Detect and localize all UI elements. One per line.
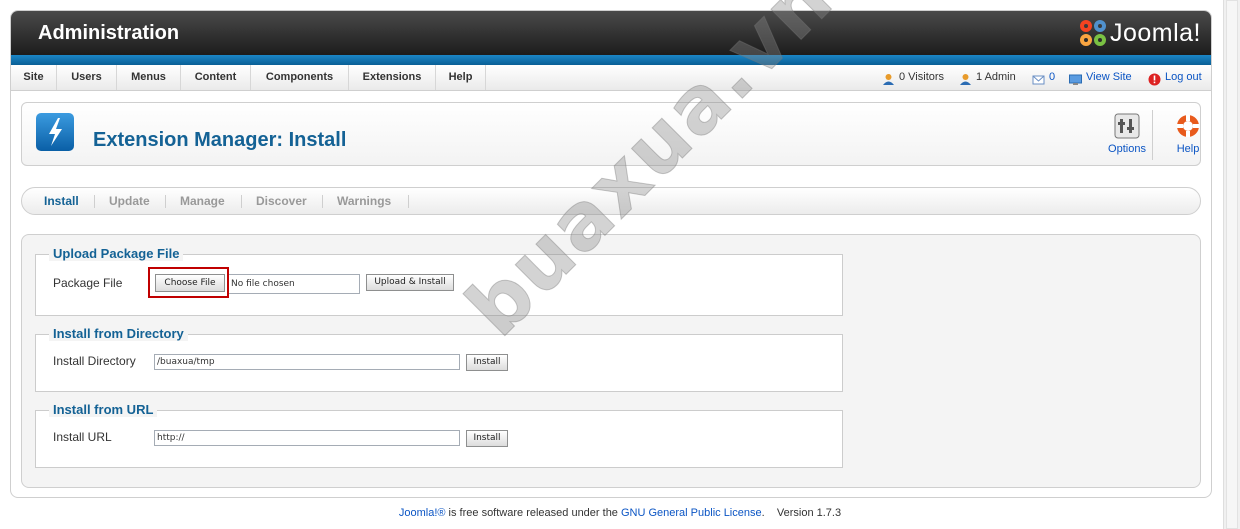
footer-spacer: .	[761, 507, 777, 519]
tab-manage[interactable]: Manage	[180, 188, 225, 214]
install-url-fieldset: Install from URL Install URL http:// Ins…	[35, 402, 843, 468]
help-button[interactable]: Help	[1163, 113, 1211, 159]
version-text: Version 1.7.3	[776, 507, 842, 519]
install-directory-input[interactable]: /buaxua/tmp	[154, 354, 460, 370]
page-scrollbar[interactable]	[1223, 0, 1240, 529]
visitors-count: 0 Visitors	[899, 71, 945, 83]
messages-count[interactable]: 0	[1049, 65, 1055, 90]
tab-separator	[241, 195, 242, 208]
main-menu: Site Users Menus Content Components Exte…	[11, 65, 1211, 91]
menu-content[interactable]: Content	[181, 65, 251, 90]
install-directory-legend: Install from Directory	[49, 326, 188, 341]
menu-menus[interactable]: Menus	[117, 65, 181, 90]
upload-install-button[interactable]: Upload & Install	[366, 274, 454, 291]
footer-text: is free software released under the	[445, 507, 621, 519]
menu-users[interactable]: Users	[57, 65, 117, 90]
upload-package-fieldset: Upload Package File Package File Choose …	[35, 246, 843, 316]
choose-file-button[interactable]: Choose File	[155, 274, 225, 292]
install-url-button[interactable]: Install	[466, 430, 508, 447]
admin-title: Administration	[38, 22, 180, 44]
install-directory-label: Install Directory	[53, 354, 136, 368]
options-button[interactable]: Options	[1102, 113, 1152, 159]
logout-icon	[1148, 71, 1161, 86]
logout-label[interactable]: Log out	[1165, 65, 1202, 90]
package-file-label: Package File	[53, 276, 123, 290]
options-icon	[1114, 113, 1140, 139]
joomla-footer-link[interactable]: Joomla!®	[399, 507, 446, 519]
monitor-icon	[1069, 71, 1082, 85]
lifebuoy-icon	[1175, 113, 1201, 139]
footer: Joomla!® is free software released under…	[0, 507, 1240, 519]
visitors-icon	[882, 71, 895, 85]
view-site-label[interactable]: View Site	[1086, 65, 1132, 90]
gnu-license-link[interactable]: GNU General Public License	[621, 507, 762, 519]
menu-site[interactable]: Site	[11, 65, 57, 90]
menu-extensions[interactable]: Extensions	[349, 65, 436, 90]
extension-manager-icon	[36, 113, 74, 151]
install-url-input[interactable]: http://	[154, 430, 460, 446]
tab-discover[interactable]: Discover	[256, 188, 307, 214]
joomla-logo-text: Joomla!	[1109, 18, 1201, 47]
messages-status[interactable]: 0	[1032, 65, 1055, 90]
admins-count: 1 Admin	[976, 71, 1016, 83]
tab-separator	[322, 195, 323, 208]
scrollbar-thumb[interactable]	[1226, 0, 1238, 529]
tab-install[interactable]: Install	[44, 188, 79, 214]
page-title: Extension Manager: Install	[93, 129, 347, 151]
tab-separator	[408, 195, 409, 208]
upload-package-legend: Upload Package File	[49, 246, 184, 261]
visitors-status: 0 Visitors	[882, 65, 944, 90]
install-url-label: Install URL	[53, 430, 112, 444]
tab-warnings[interactable]: Warnings	[337, 188, 391, 214]
install-directory-button[interactable]: Install	[466, 354, 508, 371]
options-label: Options	[1108, 143, 1146, 155]
help-label: Help	[1176, 143, 1200, 155]
admins-icon	[959, 71, 972, 85]
view-site-link[interactable]: View Site	[1069, 65, 1132, 90]
joomla-logo-icon	[1078, 18, 1108, 48]
logout-link[interactable]: Log out	[1148, 65, 1202, 90]
tab-separator	[165, 195, 166, 208]
tab-update[interactable]: Update	[109, 188, 150, 214]
messages-icon	[1032, 71, 1045, 85]
joomla-logo: Joomla!	[1078, 17, 1201, 49]
install-directory-fieldset: Install from Directory Install Directory…	[35, 326, 843, 392]
install-url-legend: Install from URL	[49, 402, 158, 417]
admins-status: 1 Admin	[959, 65, 1016, 90]
file-status-input[interactable]: No file chosen	[229, 274, 360, 294]
menu-components[interactable]: Components	[251, 65, 349, 90]
header-stripe	[11, 55, 1211, 65]
install-content: Upload Package File Package File Choose …	[21, 234, 1201, 488]
tab-separator	[94, 195, 95, 208]
toolbar-separator	[1152, 110, 1153, 160]
header-bar: Administration Joomla!	[11, 11, 1211, 55]
menu-help[interactable]: Help	[436, 65, 486, 90]
